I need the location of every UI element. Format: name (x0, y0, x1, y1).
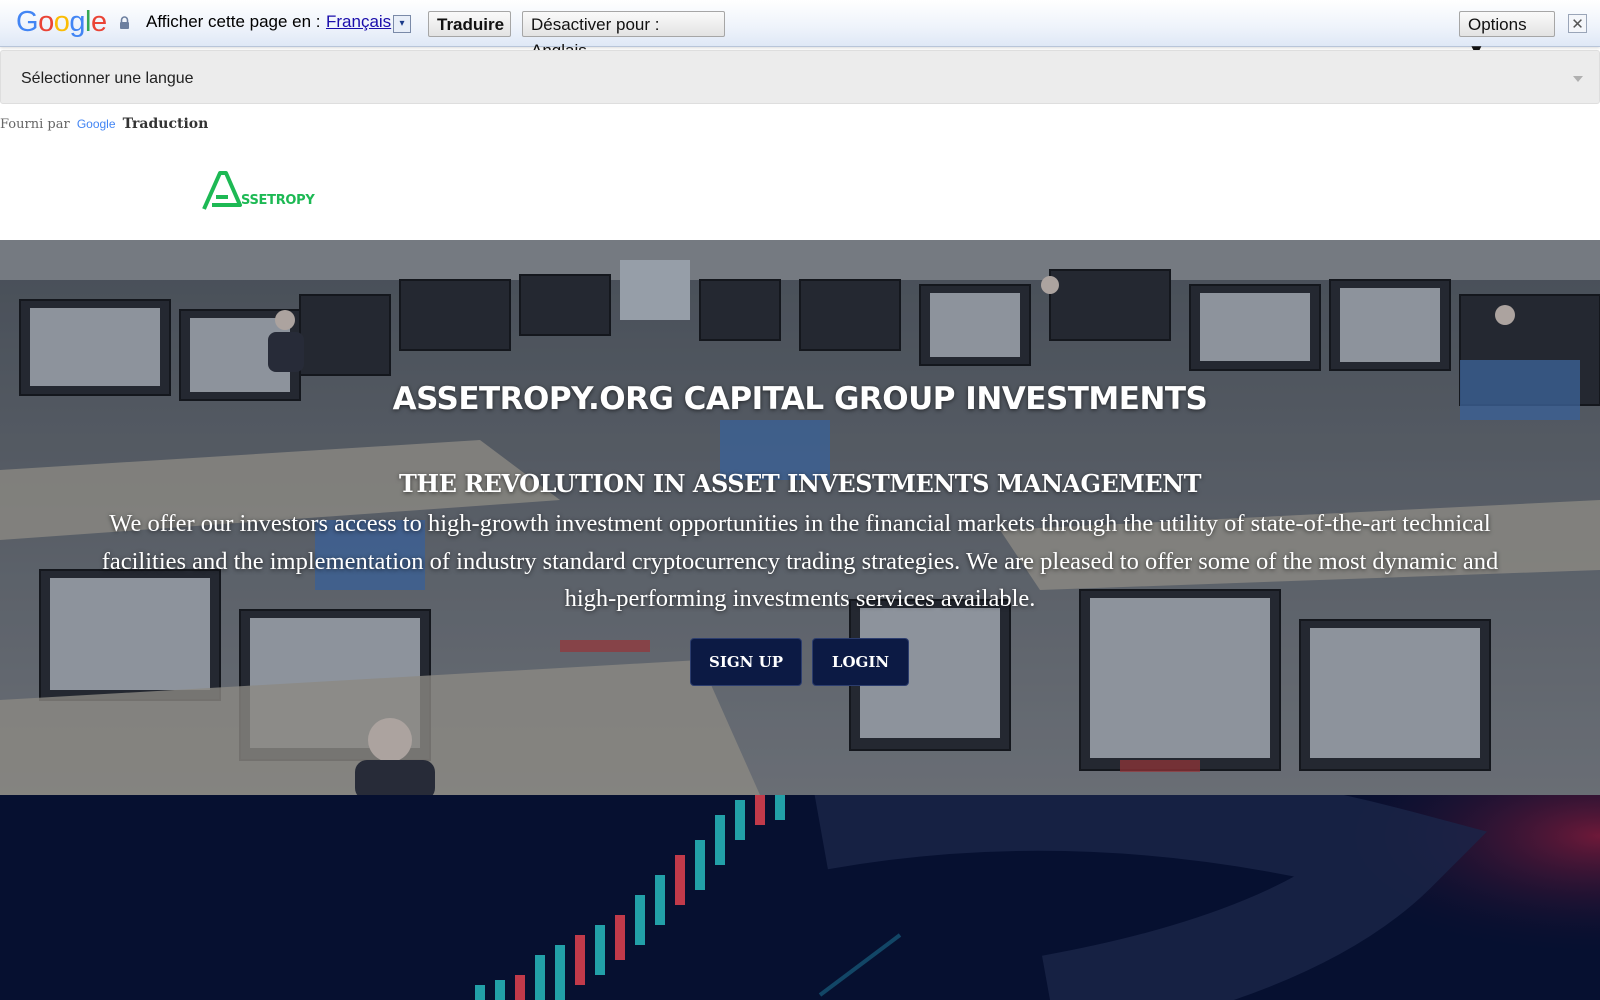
hero-description: We offer our investors access to high-gr… (101, 510, 1499, 612)
powered-by-prefix: Fourni par (0, 117, 70, 132)
lock-icon (120, 16, 129, 29)
chart-banner-section (0, 795, 1600, 1000)
language-select[interactable]: Sélectionner une langue (0, 50, 1600, 104)
language-dropdown-icon[interactable]: ▾ (393, 15, 411, 33)
translate-product-link[interactable]: Traduction (123, 116, 209, 132)
options-button[interactable]: Options ▼ (1459, 11, 1555, 60)
powered-by-google-translate[interactable]: Fourni par Google Traduction (0, 116, 208, 132)
google-logo: Google (16, 6, 107, 38)
chevron-down-icon (1573, 76, 1583, 82)
translate-prompt: Afficher cette page en : (146, 12, 321, 31)
candlestick-background (0, 795, 1600, 1000)
language-select-label: Sélectionner une langue (21, 70, 194, 87)
translate-button[interactable]: Traduire (428, 11, 511, 37)
site-logo-text: SSETROPY (241, 193, 315, 208)
target-language-link[interactable]: Français (326, 12, 391, 32)
hero-section: ASSETROPY.ORG CAPITAL GROUP INVESTMENTS … (0, 240, 1600, 795)
hero-title: ASSETROPY.ORG CAPITAL GROUP INVESTMENTS (392, 381, 1208, 417)
google-small-logo: Google (76, 117, 116, 131)
disable-translation-button[interactable]: Désactiver pour : Anglais (522, 11, 725, 60)
hero-subtitle: THE REVOLUTION IN ASSET INVESTMENTS MANA… (399, 469, 1201, 498)
close-icon[interactable]: ✕ (1568, 14, 1587, 33)
login-button[interactable]: LOGIN (812, 638, 909, 686)
sign-up-button[interactable]: SIGN UP (690, 638, 802, 686)
google-translate-bar: Google Afficher cette page en : Français… (0, 0, 1600, 60)
